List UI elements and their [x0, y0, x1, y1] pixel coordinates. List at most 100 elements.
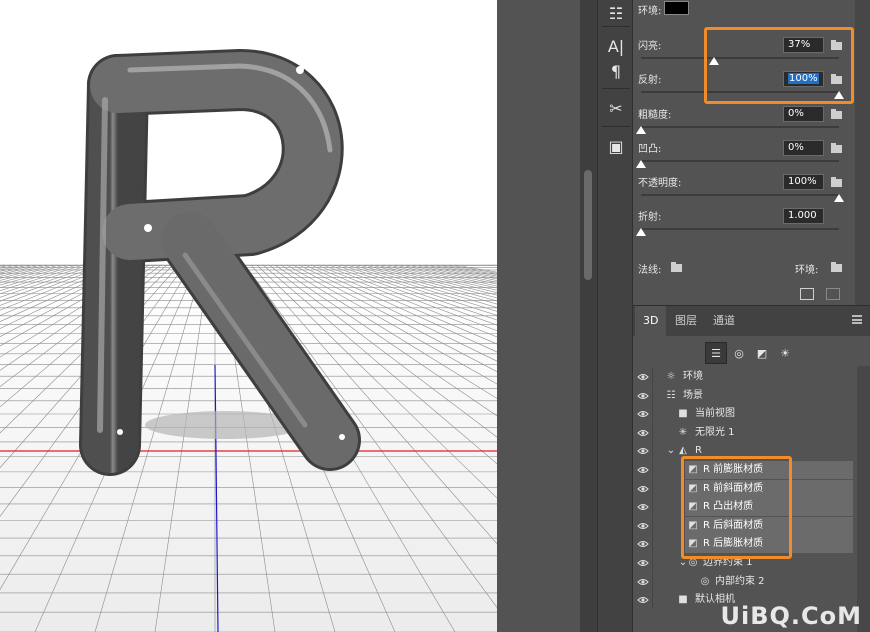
- normal-label: 法线:: [638, 265, 662, 276]
- render-icon[interactable]: [800, 288, 814, 300]
- library-icon[interactable]: ▣: [602, 133, 630, 159]
- layers-scrollbar[interactable]: [857, 366, 870, 632]
- texture-folder-icon[interactable]: [831, 74, 842, 84]
- normal-folder-icon[interactable]: [671, 262, 682, 272]
- viewport-canvas: [0, 0, 497, 632]
- expand-toggle-icon[interactable]: ⌄: [665, 442, 677, 460]
- scene-layer-label: R 前斜面材质: [703, 482, 764, 494]
- property-value-field[interactable]: 100%: [783, 174, 824, 190]
- material-icon: ◩: [688, 538, 698, 550]
- scene-layer-row[interactable]: ☼ 环境: [633, 368, 857, 386]
- scene-layer-label: R 后斜面材质: [703, 519, 764, 531]
- visibility-eye-icon[interactable]: [637, 466, 649, 474]
- environment-color-swatch[interactable]: [664, 1, 689, 15]
- property-slider-thumb[interactable]: [636, 228, 646, 236]
- scene-layer-label: 环境: [683, 371, 703, 382]
- scene-layer-label: 场景: [683, 389, 703, 401]
- visibility-eye-icon[interactable]: [637, 392, 649, 400]
- paragraph-icon[interactable]: ¶: [602, 58, 630, 84]
- visibility-eye-icon[interactable]: [637, 485, 649, 493]
- property-value-field[interactable]: 0%: [783, 140, 824, 156]
- material-icon: ◩: [688, 464, 698, 475]
- scene-layer-row[interactable]: ◩ R 后膨胀材质: [633, 535, 857, 554]
- property-value-text: 37%: [788, 39, 811, 50]
- scene-layer-row[interactable]: ◩ R 前斜面材质: [633, 479, 857, 498]
- texture-folder-icon[interactable]: [831, 109, 842, 119]
- texture-folder-icon[interactable]: [831, 177, 842, 187]
- scene-layer-row[interactable]: ☷ 场景: [633, 386, 857, 405]
- property-slider-thumb[interactable]: [636, 160, 646, 168]
- visibility-eye-icon[interactable]: [637, 447, 649, 455]
- property-slider-track[interactable]: [641, 160, 839, 162]
- visibility-eye-icon[interactable]: [637, 373, 649, 381]
- scene-layer-row[interactable]: ✳ 无限光 1: [633, 423, 857, 442]
- tab-channels[interactable]: 通道: [705, 306, 743, 336]
- property-slider-thumb[interactable]: [709, 57, 720, 65]
- visibility-eye-icon[interactable]: [637, 596, 649, 604]
- property-slider-track[interactable]: [641, 228, 839, 230]
- character-icon[interactable]: A|: [602, 33, 630, 59]
- scene-layer-label: 内部约束 2: [715, 575, 765, 587]
- property-value-text: 0%: [788, 142, 804, 153]
- property-slider-thumb[interactable]: [834, 91, 844, 99]
- scene-layer-row[interactable]: ◩ R 后斜面材质: [633, 516, 857, 535]
- constraint-icon: ◎: [700, 575, 710, 587]
- visibility-eye-icon[interactable]: [637, 429, 649, 437]
- tab-3d[interactable]: 3D: [635, 306, 667, 336]
- lights-filter-icon[interactable]: ☀: [774, 342, 796, 364]
- material-icon: ◩: [688, 519, 698, 531]
- properties-scrollbar[interactable]: [855, 0, 870, 305]
- photoshop-window: ☷ A| ¶ ✂ ▣ 环境: 闪亮: 37% 反射: 100% 粗糙度: 0% 凹凸: 0% 不…: [0, 0, 870, 632]
- 3d-filter-bar: ☰ ◎ ◩ ☀: [633, 342, 870, 366]
- environment-folder-icon[interactable]: [831, 262, 842, 272]
- light-icon: ✳: [678, 426, 688, 438]
- watermark: UiBQ.CoM: [720, 602, 862, 630]
- property-value-field[interactable]: 37%: [783, 37, 824, 53]
- scene-icon: ☷: [666, 389, 676, 401]
- scene-layer-row[interactable]: ◩ R 凸出材质: [633, 498, 857, 517]
- visibility-eye-icon[interactable]: [637, 578, 649, 586]
- visibility-eye-icon[interactable]: [637, 410, 649, 418]
- scene-layer-row[interactable]: ⌄ ◭ R: [633, 442, 857, 461]
- 3d-viewport[interactable]: [0, 0, 497, 632]
- panel-menu-icon[interactable]: [852, 315, 862, 324]
- scene-layer-label: 当前视图: [695, 408, 735, 420]
- texture-folder-icon[interactable]: [831, 143, 842, 153]
- delete-icon[interactable]: [826, 288, 840, 300]
- property-slider-track[interactable]: [641, 57, 839, 59]
- property-slider-thumb[interactable]: [636, 126, 646, 134]
- property-value-field[interactable]: 100%: [783, 71, 824, 87]
- materials-filter-icon[interactable]: ◩: [751, 342, 773, 364]
- meshes-filter-icon[interactable]: ◎: [728, 342, 750, 364]
- property-label: 粗糙度:: [638, 110, 672, 121]
- scene-layer-label: 边界约束 1: [703, 557, 753, 568]
- visibility-eye-icon[interactable]: [637, 559, 649, 567]
- texture-folder-icon[interactable]: [831, 40, 842, 50]
- property-value-field[interactable]: 1.000: [783, 208, 824, 224]
- scene-layer-row[interactable]: ■ 当前视图: [633, 405, 857, 424]
- property-value-field[interactable]: 0%: [783, 106, 824, 122]
- tab-layers[interactable]: 图层: [667, 306, 705, 336]
- visibility-eye-icon[interactable]: [637, 503, 649, 511]
- scene-layer-row[interactable]: ◩ R 前膨胀材质: [633, 461, 857, 479]
- properties-dock-icon[interactable]: ☷: [602, 0, 630, 26]
- scene-layer-row[interactable]: ⌄ ◎ 边界约束 1: [633, 554, 857, 572]
- tools-icon[interactable]: ✂: [602, 95, 630, 121]
- visibility-eye-icon[interactable]: [637, 540, 649, 548]
- scene-layer-label: R: [695, 445, 702, 457]
- property-label: 凹凸:: [638, 144, 662, 155]
- scene-layer-row[interactable]: ◎ 内部约束 2: [633, 572, 857, 591]
- camera-icon: ■: [678, 594, 688, 606]
- whole-scene-filter-icon[interactable]: ☰: [705, 342, 727, 364]
- visibility-eye-icon[interactable]: [637, 522, 649, 530]
- property-value-text: 1.000: [788, 210, 817, 221]
- material-icon: ◩: [688, 482, 698, 494]
- property-slider-track[interactable]: [641, 126, 839, 128]
- environment-map-label: 环境:: [795, 265, 819, 276]
- property-slider-track[interactable]: [641, 194, 839, 196]
- vertical-scrollbar[interactable]: [580, 0, 597, 632]
- property-slider-track[interactable]: [641, 91, 839, 93]
- property-label: 反射:: [638, 75, 662, 86]
- scrollbar-thumb[interactable]: [584, 170, 592, 280]
- property-slider-thumb[interactable]: [834, 194, 844, 202]
